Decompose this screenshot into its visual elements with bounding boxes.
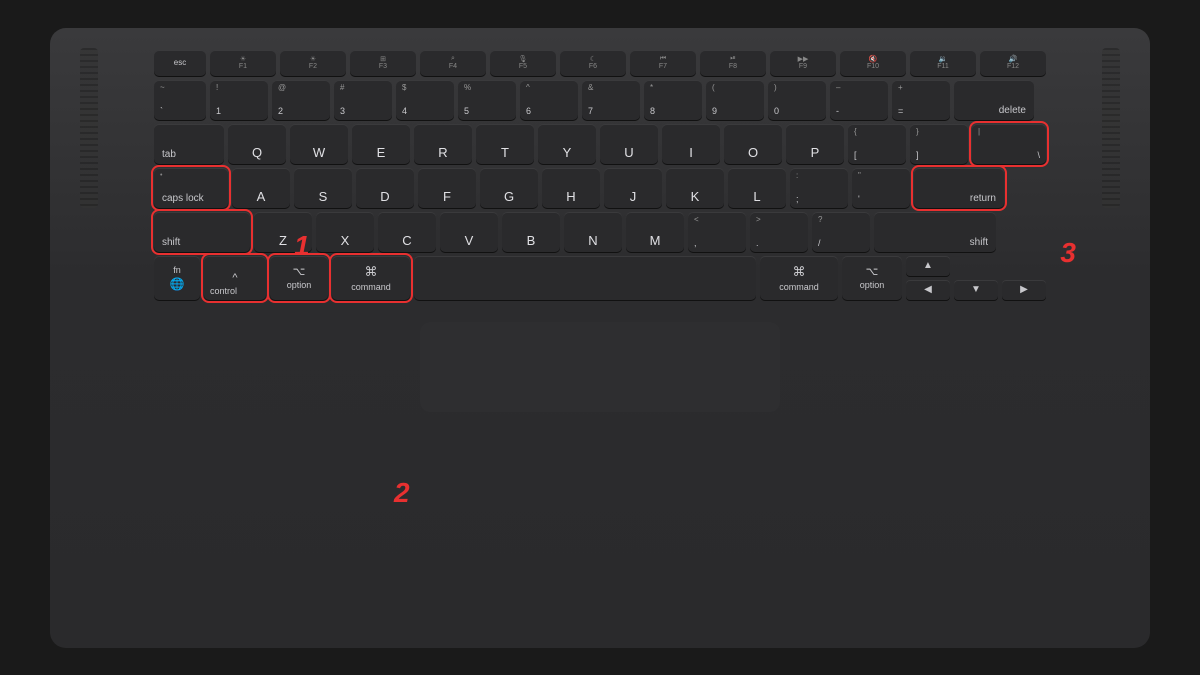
key-4[interactable]: $ 4 [396,80,454,120]
key-y[interactable]: Y [538,124,596,164]
key-8[interactable]: * 8 [644,80,702,120]
key-shift-right[interactable]: shift [874,212,996,252]
key-m[interactable]: M [626,212,684,252]
touchpad[interactable] [420,322,780,412]
key-i[interactable]: I [662,124,720,164]
key-arrow-right[interactable]: ▶ [1002,280,1046,300]
key-3[interactable]: # 3 [334,80,392,120]
key-control[interactable]: ^ control [204,256,266,300]
key-2[interactable]: @ 2 [272,80,330,120]
key-b[interactable]: B [502,212,560,252]
key-9[interactable]: ( 9 [706,80,764,120]
laptop-body: 1 2 3 esc ☀ F1 ☀ F2 ⊞ F3 [50,28,1150,648]
key-command-right[interactable]: ⌘ command [760,256,838,300]
label-3: 3 [1060,237,1076,269]
key-f12[interactable]: 🔊 F12 [980,50,1046,76]
key-semicolon[interactable]: : ; [790,168,848,208]
key-caps-lock[interactable]: • caps lock [154,168,228,208]
key-equals[interactable]: + = [892,80,950,120]
arrow-keys: ▲ ◀ ▼ ▶ [906,256,1046,300]
key-f8[interactable]: ⏯ F8 [700,50,766,76]
label-2: 2 [394,477,410,509]
key-period[interactable]: > . [750,212,808,252]
key-c[interactable]: C [378,212,436,252]
key-f11[interactable]: 🔉 F11 [910,50,976,76]
key-return[interactable]: return [914,168,1004,208]
key-comma[interactable]: < , [688,212,746,252]
key-arrow-left[interactable]: ◀ [906,280,950,300]
key-fn[interactable]: fn 🌐 [154,256,200,300]
key-bracket-r[interactable]: } ] [910,124,968,164]
key-esc[interactable]: esc [154,50,206,76]
key-1[interactable]: ! 1 [210,80,268,120]
key-w[interactable]: W [290,124,348,164]
key-7[interactable]: & 7 [582,80,640,120]
keyboard: esc ☀ F1 ☀ F2 ⊞ F3 ⌕ F4 [124,50,1076,300]
key-5[interactable]: % 5 [458,80,516,120]
key-t[interactable]: T [476,124,534,164]
key-l[interactable]: L [728,168,786,208]
key-arrow-down[interactable]: ▼ [954,280,998,300]
key-s[interactable]: S [294,168,352,208]
key-spacebar[interactable] [414,256,756,300]
key-f5[interactable]: 🎙 F5 [490,50,556,76]
key-shift-left[interactable]: shift [154,212,250,252]
bottom-row: fn 🌐 ^ control ⌥ option ⌘ command ⌘ [154,256,1046,300]
key-j[interactable]: J [604,168,662,208]
qwerty-row: tab Q W E R T Y U I O P { [ } ] [154,124,1046,164]
key-quote[interactable]: " ' [852,168,910,208]
key-delete[interactable]: delete [954,80,1034,120]
label-1: 1 [294,230,310,262]
zxcv-row: shift Z X C V B N M < , > . ? [154,212,1046,252]
key-0[interactable]: ) 0 [768,80,826,120]
key-n[interactable]: N [564,212,622,252]
asdf-row: • caps lock A S D F G H J K L : ; " ' [154,168,1046,208]
key-f7[interactable]: ⏮ F7 [630,50,696,76]
key-e[interactable]: E [352,124,410,164]
key-tab[interactable]: tab [154,124,224,164]
key-backtick[interactable]: ~ ` [154,80,206,120]
key-minus[interactable]: – - [830,80,888,120]
key-arrow-up[interactable]: ▲ [906,256,950,276]
key-q[interactable]: Q [228,124,286,164]
key-f[interactable]: F [418,168,476,208]
key-f6[interactable]: ☾ F6 [560,50,626,76]
num-row: ~ ` ! 1 @ 2 # 3 $ 4 [154,80,1046,120]
key-option-right[interactable]: ⌥ option [842,256,902,300]
key-v[interactable]: V [440,212,498,252]
key-f10[interactable]: 🔇 F10 [840,50,906,76]
key-o[interactable]: O [724,124,782,164]
arrow-lr: ◀ ▼ ▶ [906,280,1046,300]
key-g[interactable]: G [480,168,538,208]
key-k[interactable]: K [666,168,724,208]
key-x[interactable]: X [316,212,374,252]
fn-row: esc ☀ F1 ☀ F2 ⊞ F3 ⌕ F4 [154,50,1046,76]
key-backslash[interactable]: | \ [972,124,1046,164]
key-d[interactable]: D [356,168,414,208]
key-bracket-l[interactable]: { [ [848,124,906,164]
key-command-left[interactable]: ⌘ command [332,256,410,300]
key-slash[interactable]: ? / [812,212,870,252]
keyboard-wrapper: 1 2 3 esc ☀ F1 ☀ F2 ⊞ F3 [124,42,1076,412]
key-u[interactable]: U [600,124,658,164]
key-f1[interactable]: ☀ F1 [210,50,276,76]
key-f4[interactable]: ⌕ F4 [420,50,486,76]
key-a[interactable]: A [232,168,290,208]
key-f2[interactable]: ☀ F2 [280,50,346,76]
key-r[interactable]: R [414,124,472,164]
key-f9[interactable]: ▶▶ F9 [770,50,836,76]
key-f3[interactable]: ⊞ F3 [350,50,416,76]
key-p[interactable]: P [786,124,844,164]
touchpad-container [124,312,1076,412]
key-option-left[interactable]: ⌥ option [270,256,328,300]
key-6[interactable]: ^ 6 [520,80,578,120]
key-h[interactable]: H [542,168,600,208]
